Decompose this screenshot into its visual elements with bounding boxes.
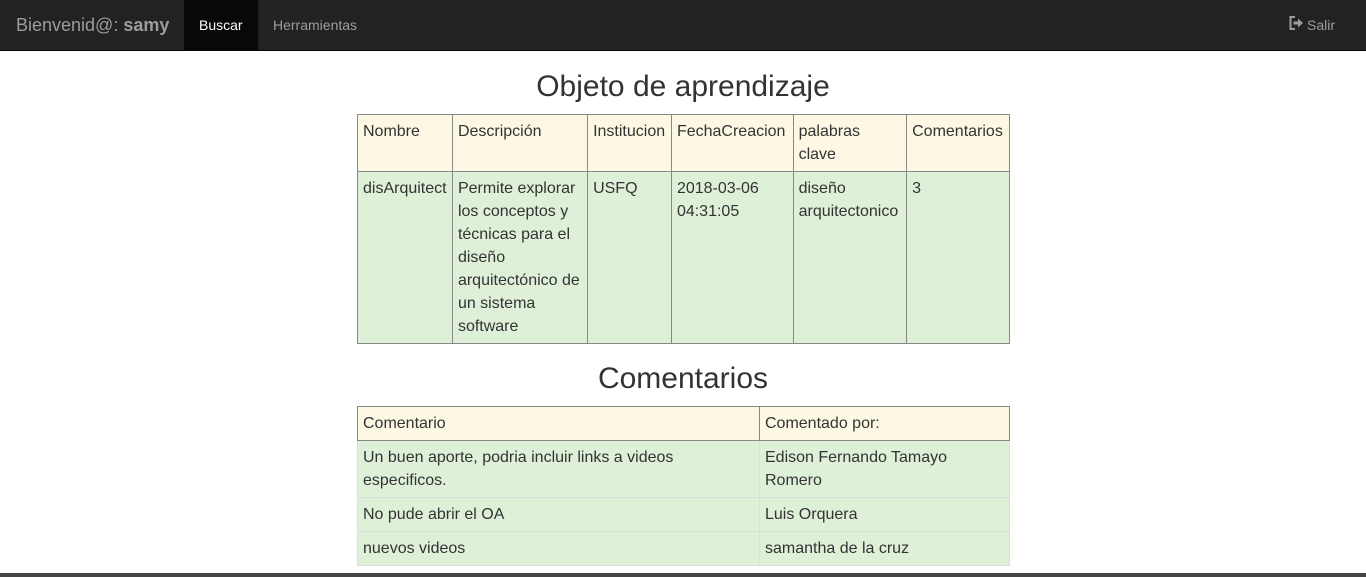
cell-fecha: 2018-03-06 04:31:05 [670,171,794,344]
table-row: No pude abrir el OA Luis Orquera [357,497,1010,532]
logout-link[interactable]: Salir [1289,0,1335,50]
cell-comentario: No pude abrir el OA [357,497,760,532]
column-header-comentarios: Comentarios [906,114,1010,172]
nav-item-label: Buscar [199,17,243,33]
cell-comentario: nuevos videos [357,531,760,566]
cell-comentarios: 3 [906,171,1010,344]
column-header-descripcion: Descripción [451,114,589,172]
column-header-nombre: Nombre [357,114,453,172]
top-navbar: Bienvenid@: samy Buscar Herramientas Sal… [0,0,1366,51]
cell-institucion: USFQ [587,171,672,344]
brand-username: samy [123,15,170,35]
comments-table: Comentario Comentado por: Un buen aporte… [357,406,1010,566]
table-row: nuevos videos samantha de la cruz [357,531,1010,566]
column-header-comentario: Comentario [357,406,760,441]
nav-item-herramientas[interactable]: Herramientas [258,0,372,50]
table-row: Un buen aporte, podria incluir links a v… [357,440,1010,498]
object-table: Nombre Descripción Institucion FechaCrea… [357,114,1010,344]
cell-comentado-por: Edison Fernando Tamayo Romero [759,440,1010,498]
column-header-palabras-clave: palabras clave [792,114,908,172]
cell-descripcion: Permite explorar los conceptos y técnica… [451,171,589,344]
logout-icon [1289,0,1304,50]
table-row: disArquitect Permite explorar los concep… [357,171,1010,344]
table-header-row: Nombre Descripción Institucion FechaCrea… [357,114,1010,172]
column-header-comentado-por: Comentado por: [759,406,1010,441]
cell-comentado-por: Luis Orquera [759,497,1010,532]
cell-nombre: disArquitect [357,171,453,344]
cell-comentario: Un buen aporte, podria incluir links a v… [357,440,760,498]
column-header-fecha: FechaCreacion [670,114,794,172]
brand-prefix: Bienvenid@: [16,15,124,35]
cell-comentado-por: samantha de la cruz [759,531,1010,566]
table-header-row: Comentario Comentado por: [357,406,1010,441]
column-header-institucion: Institucion [587,114,672,172]
object-section-title: Objeto de aprendizaje [536,70,830,103]
logout-label: Salir [1306,17,1335,33]
bottom-bar [0,573,1366,577]
nav-item-label: Herramientas [273,17,358,33]
nav-item-buscar[interactable]: Buscar [184,0,258,50]
welcome-brand[interactable]: Bienvenid@: samy [16,0,169,50]
cell-palabras-clave: diseño arquitectonico [792,171,908,344]
comments-section-title: Comentarios [597,362,769,395]
